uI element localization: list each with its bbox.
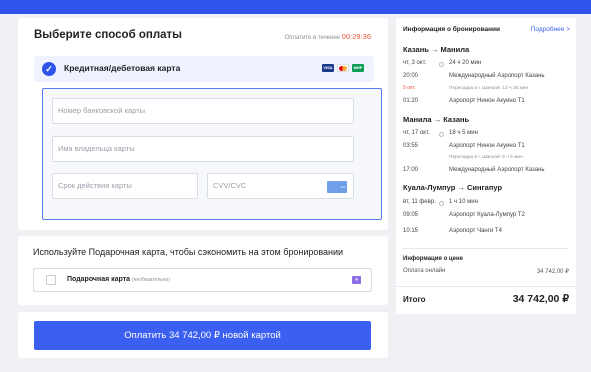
price-value: 34 742,00 ₽ — [536, 269, 569, 275]
method-credit-card[interactable]: ✓ Кредитная/дебетовая карта VISA МИР — [34, 56, 374, 82]
clock-icon — [439, 62, 444, 67]
card-number-field[interactable]: Номер банковской карты — [52, 98, 354, 124]
gift-card-row[interactable]: Подарочная карта (необязательно) ▾ — [33, 268, 372, 292]
dep-airport: Международный Аэропорт Казань — [449, 73, 545, 79]
gift-label-text: Подарочная карта — [67, 276, 131, 283]
mir-icon: МИР — [352, 64, 364, 72]
leg-route: Казань → Манила — [403, 45, 470, 54]
card-form: Номер банковской карты Имя владельца кар… — [42, 88, 382, 220]
card-back-icon: ••• — [327, 181, 347, 193]
card-brands: VISA МИР — [322, 64, 364, 72]
arr-time: 10:15 — [403, 228, 419, 234]
arr-airport: Аэропорт Нинон Акуино T1 — [449, 98, 525, 104]
dep-time: 20:00 — [403, 73, 419, 79]
leg-date: вт, 11 февр. — [403, 199, 436, 205]
pay-button[interactable]: Оплатить 34 742,00 ₽ новой картой — [34, 321, 371, 350]
price-info-title: Информация о цене — [403, 256, 463, 262]
method-label: Кредитная/дебетовая карта — [64, 63, 181, 73]
dep-time: 09:05 — [403, 212, 419, 218]
clock-icon — [439, 201, 444, 206]
timer-value: 00:29:36 — [341, 32, 371, 41]
price-row: Оплата онлайн 34 742,00 ₽ — [403, 268, 569, 275]
pay-button-wrapper: Оплатить 34 742,00 ₽ новой картой — [18, 312, 388, 358]
leg-route: Манила → Казань — [403, 115, 470, 124]
divider — [403, 248, 569, 249]
price-label: Оплата онлайн — [403, 268, 446, 274]
expiry-field[interactable]: Срок действия карты — [52, 173, 198, 199]
leg-route: Куала-Лумпур → Сингапур — [403, 183, 503, 192]
leg-date-row: вт, 11 февр. 1 ч 10 мин — [403, 199, 571, 208]
leg-arrival: 10:15 Аэропорт Чанги T4 — [403, 228, 571, 237]
arr-airport: Международный Аэропорт Казань — [449, 167, 545, 173]
booking-info-panel: Информация о бронировании Подробнее > Ка… — [396, 18, 576, 314]
total-box: Итого 34 742,00 ₽ — [396, 286, 576, 314]
leg-duration: 18 ч 5 мин — [449, 130, 478, 136]
leg-duration: 24 ч 20 мин — [449, 60, 482, 66]
leg-date-row: чт, 17 окт. 18 ч 5 мин — [403, 130, 571, 139]
check-icon: ✓ — [42, 62, 56, 76]
next-day-label: 5 окт. — [403, 85, 416, 91]
payment-timer: Оплатите в течение 00:29:36 — [285, 32, 371, 41]
leg-departure: 09:05 Аэропорт Куала-Лумпур T2 — [403, 212, 571, 221]
top-bar — [0, 0, 591, 14]
gift-title: Используйте Подарочная карта, чтобы сэко… — [33, 247, 344, 257]
dep-airport: Аэропорт Нинон Акуино T1 — [449, 143, 525, 149]
mastercard-icon — [337, 64, 349, 72]
payment-title: Выберите способ оплаты — [34, 29, 183, 41]
cvv-placeholder: CVV/CVC — [213, 181, 247, 190]
arr-time: 17:00 — [403, 167, 419, 173]
leg-duration: 1 ч 10 мин — [449, 199, 478, 205]
leg-date: чт, 3 окт. — [403, 60, 427, 66]
payment-method-section: Выберите способ оплаты Оплатите в течени… — [18, 18, 388, 230]
arr-airport: Аэропорт Чанги T4 — [449, 228, 502, 234]
cardholder-field[interactable]: Имя владельца карты — [52, 136, 354, 162]
gift-card-section: Используйте Подарочная карта, чтобы сэко… — [18, 236, 388, 305]
leg-departure: 20:00 Международный Аэропорт Казань — [403, 73, 571, 82]
total-value: 34 742,00 ₽ — [512, 293, 569, 305]
gift-optional-text: (необязательно) — [132, 277, 170, 283]
dep-time: 03:55 — [403, 143, 419, 149]
cvv-field[interactable]: CVV/CVC ••• — [207, 173, 354, 199]
dep-airport: Аэропорт Куала-Лумпур T2 — [449, 212, 525, 218]
leg-arrival: 01:20 Аэропорт Нинон Акуино T1 — [403, 98, 571, 107]
visa-icon: VISA — [322, 64, 334, 72]
total-label: Итого — [403, 295, 426, 304]
arr-time: 01:20 — [403, 98, 419, 104]
leg-departure: 03:55 Аэропорт Нинон Акуино T1 — [403, 143, 571, 152]
transfer-info: Пересадка в г. Шанхай: 5 ч 5 мин — [449, 155, 523, 160]
gift-label: Подарочная карта (необязательно) — [67, 276, 170, 283]
timer-label: Оплатите в течение — [284, 35, 341, 41]
clock-icon — [439, 132, 444, 137]
booking-info-title: Информация о бронировании — [403, 26, 501, 33]
chevron-down-icon[interactable]: ▾ — [352, 276, 361, 284]
details-link[interactable]: Подробнее > — [531, 26, 570, 33]
gift-checkbox[interactable] — [46, 275, 56, 285]
leg-date-row: чт, 3 окт. 24 ч 20 мин — [403, 60, 571, 69]
leg-date: чт, 17 окт. — [403, 130, 430, 136]
transfer-info: Пересадка в г. Шанхай: 12 ч 35 мин — [449, 86, 529, 91]
leg-arrival: 17:00 Международный Аэропорт Казань — [403, 167, 571, 176]
